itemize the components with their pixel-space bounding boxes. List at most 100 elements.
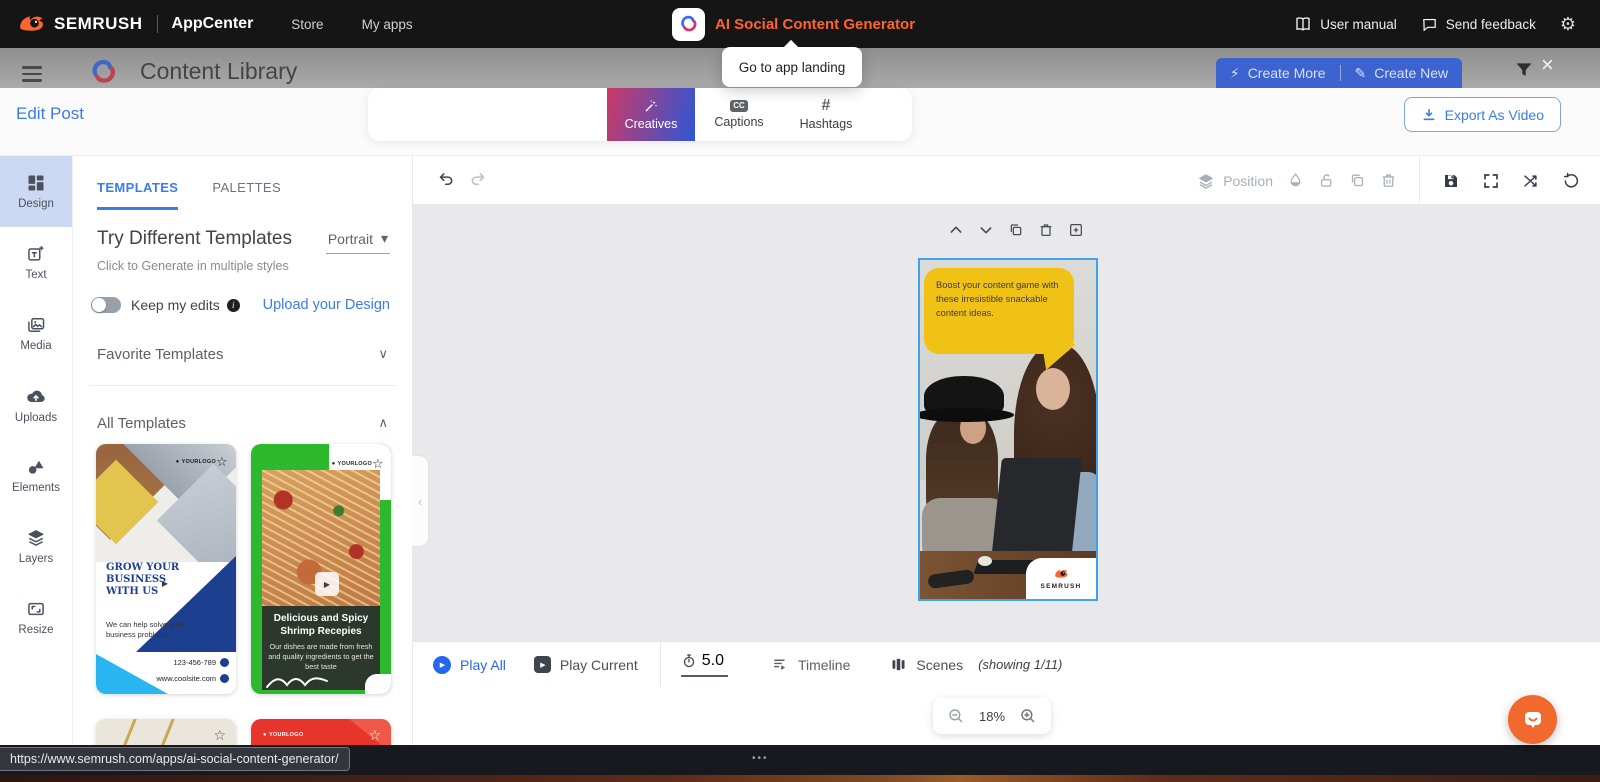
delete-scene-icon[interactable]: [1038, 222, 1054, 238]
chevron-down-icon: ∨: [378, 346, 388, 362]
ellipsis-icon[interactable]: •••: [752, 753, 769, 764]
zoom-in-icon[interactable]: [1019, 707, 1037, 725]
create-more-label[interactable]: Create More: [1248, 65, 1326, 81]
canvas-body[interactable]: Boost your content game with these irres…: [413, 205, 1600, 641]
close-icon[interactable]: ×: [1541, 54, 1554, 76]
template-card-jewelry[interactable]: ☆: [96, 719, 236, 746]
sidebar-item-resize[interactable]: Resize: [0, 582, 72, 653]
templates-heading[interactable]: Try Different Templates: [97, 228, 292, 250]
chevron-up-icon: ∧: [378, 415, 388, 431]
tab-templates[interactable]: TEMPLATES: [97, 180, 178, 210]
play-current-button[interactable]: ▶ Play Current: [534, 656, 638, 673]
page-title: Content Library: [140, 58, 297, 85]
filter-funnel-icon[interactable]: [1514, 60, 1534, 80]
tab-hashtags[interactable]: # Hashtags: [784, 88, 868, 141]
favorite-templates-accordion[interactable]: Favorite Templates ∨: [73, 339, 412, 369]
play-all-button[interactable]: ▶ Play All: [433, 656, 506, 674]
your-logo-badge: ● YOURLOGO: [263, 732, 303, 738]
template-card-business[interactable]: ● YOURLOGO ☆ ▶ GROW YOUR BUSINESS WITH U…: [96, 444, 236, 694]
fullscreen-icon[interactable]: [1482, 172, 1500, 190]
position-layers-icon[interactable]: [1197, 172, 1215, 190]
signature-squiggle: [263, 673, 333, 691]
duration-input[interactable]: 5.0: [681, 652, 728, 677]
sidebar-item-media[interactable]: Media: [0, 298, 72, 369]
all-templates-accordion[interactable]: All Templates ∧: [73, 408, 412, 438]
create-new-label[interactable]: Create New: [1374, 65, 1448, 81]
speech-bubble[interactable]: Boost your content game with these irres…: [924, 268, 1074, 354]
app-landing-tooltip: Go to app landing: [722, 47, 862, 87]
sidebar-item-uploads[interactable]: Uploads: [0, 369, 72, 440]
add-scene-icon[interactable]: [1068, 222, 1084, 238]
tab-hashtags-label: Hashtags: [800, 117, 853, 131]
timeline-icon: [772, 656, 789, 673]
user-manual-button[interactable]: User manual: [1294, 15, 1397, 33]
canvas-toolbar: Position: [413, 156, 1600, 205]
screen: SEMRUSH AppCenter Store My apps AI Socia…: [0, 0, 1600, 782]
dropdown-arrow-icon: ▾: [381, 230, 388, 247]
trash-icon[interactable]: [1380, 172, 1397, 189]
editor-modal: Edit Post Creatives CC Captions # Hashta…: [0, 88, 1600, 745]
chat-widget-button[interactable]: [1508, 695, 1557, 744]
edit-post-link[interactable]: Edit Post: [16, 104, 84, 124]
topbar: SEMRUSH AppCenter Store My apps AI Socia…: [0, 0, 1600, 48]
gear-icon[interactable]: ⚙: [1560, 14, 1576, 35]
tab-creatives[interactable]: Creatives: [607, 88, 695, 141]
shuffle-icon[interactable]: [1522, 172, 1540, 190]
template-card-red[interactable]: ● YOURLOGO ☆: [251, 719, 391, 746]
color-droplet-icon[interactable]: [1287, 172, 1304, 189]
sidebar-label: Elements: [12, 482, 60, 494]
sidebar-item-text[interactable]: Text: [0, 227, 72, 298]
app-title-button[interactable]: AI Social Content Generator: [672, 0, 915, 48]
save-icon[interactable]: [1442, 172, 1460, 190]
move-up-icon[interactable]: [948, 222, 964, 238]
template-card-food[interactable]: ● YOURLOGO ☆ ▶ Delicious and Spicy Shrim…: [251, 444, 391, 694]
tab-palettes[interactable]: PALETTES: [212, 180, 281, 210]
sidebar-label: Resize: [18, 624, 53, 636]
sidebar-item-design[interactable]: Design: [0, 156, 72, 227]
post-preview[interactable]: Boost your content game with these irres…: [918, 258, 1098, 601]
unlock-icon[interactable]: [1318, 172, 1335, 189]
redo-icon[interactable]: [468, 170, 487, 189]
upload-your-design-link[interactable]: Upload your Design: [263, 297, 390, 313]
templates-panel: TEMPLATES PALETTES Try Different Templat…: [72, 156, 413, 746]
info-icon[interactable]: i: [227, 299, 240, 312]
create-buttons[interactable]: ⚡ Create More ✎ Create New: [1216, 58, 1462, 88]
nav-store[interactable]: Store: [291, 17, 323, 32]
scenes-button[interactable]: Scenes (showing 1/11): [890, 656, 1062, 673]
selection-toolbar: [948, 222, 1084, 238]
sidebar-label: Design: [18, 198, 54, 210]
keep-my-edits-toggle[interactable]: [91, 297, 121, 313]
timeline-button[interactable]: Timeline: [772, 656, 850, 673]
move-down-icon[interactable]: [978, 222, 994, 238]
duplicate-icon[interactable]: [1349, 172, 1366, 189]
sidebar-label: Layers: [19, 553, 54, 565]
your-logo-text: YOURLOGO: [182, 459, 216, 465]
zoom-out-icon[interactable]: [947, 707, 965, 725]
export-as-video-button[interactable]: Export As Video: [1404, 97, 1561, 132]
duplicate-scene-icon[interactable]: [1008, 222, 1024, 238]
zoom-level[interactable]: 18%: [979, 709, 1005, 724]
nav-my-apps[interactable]: My apps: [362, 17, 413, 32]
favorite-templates-label: Favorite Templates: [97, 346, 223, 363]
your-logo-badge: ● YOURLOGO ☆: [176, 454, 228, 470]
tab-captions[interactable]: CC Captions: [700, 88, 778, 141]
orientation-dropdown[interactable]: Portrait ▾: [326, 228, 390, 254]
panel-collapse-handle[interactable]: ‹: [412, 455, 429, 547]
undo-icon[interactable]: [437, 170, 456, 189]
sidebar-label: Media: [20, 340, 51, 352]
status-url-text: https://www.semrush.com/apps/ai-social-c…: [10, 752, 339, 766]
desktop-edge: [0, 775, 1600, 782]
topbar-right: User manual Send feedback ⚙: [1294, 0, 1576, 48]
send-feedback-button[interactable]: Send feedback: [1421, 16, 1536, 33]
suite-name[interactable]: AppCenter: [172, 15, 254, 33]
reset-icon[interactable]: [1562, 172, 1580, 190]
phone-icon: [220, 658, 229, 667]
hamburger-icon[interactable]: [22, 66, 42, 86]
your-logo-text: YOURLOGO: [269, 732, 303, 738]
phone-row: 123-456-789: [173, 658, 229, 667]
position-label[interactable]: Position: [1223, 173, 1273, 189]
editor-main: Design Text Media Uploads Elements: [0, 155, 1600, 745]
layers-icon: [26, 528, 46, 548]
sidebar-item-elements[interactable]: Elements: [0, 440, 72, 511]
sidebar-item-layers[interactable]: Layers: [0, 511, 72, 582]
